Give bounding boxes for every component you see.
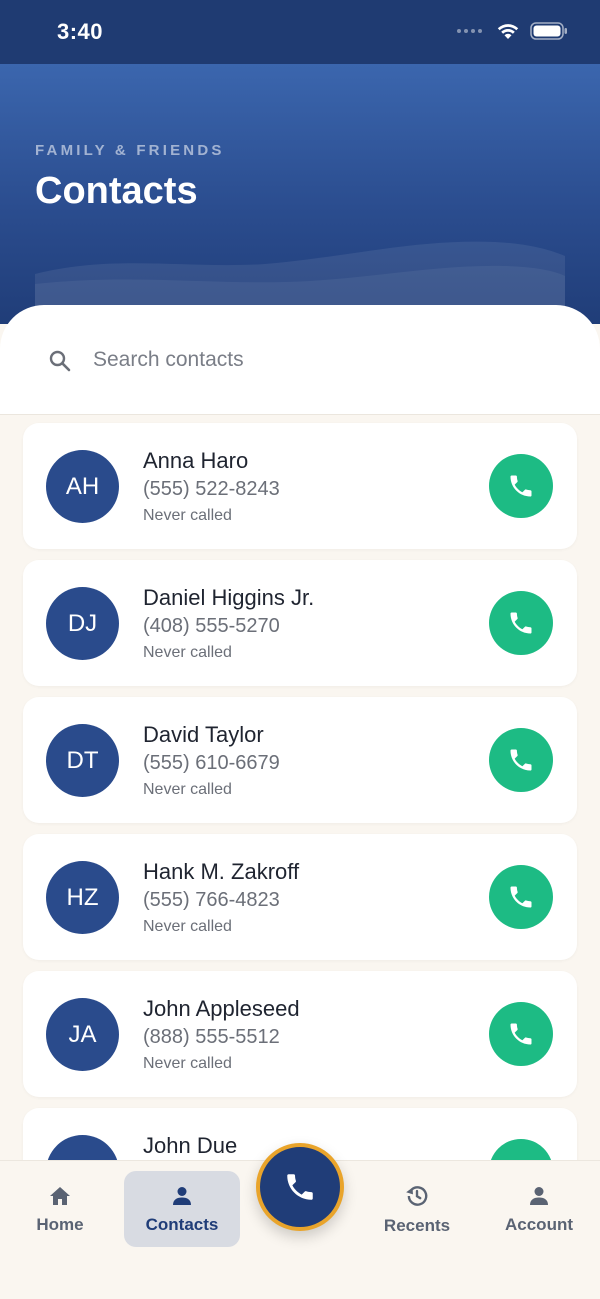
person-icon — [173, 1186, 191, 1205]
contact-phone: (408) 555-5270 — [143, 615, 280, 637]
status-bar: 3:40 — [0, 0, 600, 64]
tab-account[interactable]: Account — [481, 1171, 597, 1247]
call-button[interactable] — [489, 1139, 553, 1160]
call-button[interactable] — [489, 454, 553, 518]
search-icon — [49, 350, 71, 372]
tab-contacts[interactable]: Contacts — [124, 1171, 240, 1247]
contact-card[interactable]: AH Anna Haro (555) 522-8243 Never called — [23, 423, 577, 549]
signal-dots-icon — [457, 29, 482, 33]
search-bar — [0, 305, 600, 415]
phone-icon — [510, 886, 532, 908]
avatar: AH — [46, 450, 119, 523]
contact-card[interactable]: DT David Taylor (555) 610-6679 Never cal… — [23, 697, 577, 823]
contact-phone: (555) 522-8243 — [143, 478, 280, 500]
avatar: HZ — [46, 861, 119, 934]
phone-icon — [510, 475, 532, 497]
contact-card[interactable]: DJ Daniel Higgins Jr. (408) 555-5270 Nev… — [23, 560, 577, 686]
contact-call-status: Never called — [143, 507, 232, 524]
contact-phone: (888) 555-5512 — [143, 1026, 280, 1048]
tab-home[interactable]: Home — [2, 1171, 118, 1247]
history-icon — [406, 1185, 428, 1206]
header-eyebrow: FAMILY & FRIENDS — [35, 142, 225, 159]
contact-name: John Appleseed — [143, 996, 300, 1021]
avatar: DJ — [46, 587, 119, 660]
contact-name: Hank M. Zakroff — [143, 859, 300, 884]
avatar: DT — [46, 724, 119, 797]
contact-call-status: Never called — [143, 918, 232, 935]
tab-label: Contacts — [145, 1214, 219, 1234]
call-button[interactable] — [489, 865, 553, 929]
call-button[interactable] — [489, 728, 553, 792]
avatar — [46, 1135, 119, 1160]
phone-icon — [510, 749, 532, 771]
tab-label: Recents — [383, 1215, 451, 1235]
contact-card[interactable]: JA John Appleseed (888) 555-5512 Never c… — [23, 971, 577, 1097]
tab-label: Account — [505, 1214, 573, 1234]
tab-label: Home — [36, 1214, 84, 1234]
contact-phone: (555) 766-4823 — [143, 889, 280, 911]
contact-name: David Taylor — [143, 722, 264, 747]
phone-icon — [510, 612, 532, 634]
call-button[interactable] — [489, 1002, 553, 1066]
dial-fab-button[interactable] — [256, 1143, 344, 1231]
avatar: JA — [46, 998, 119, 1071]
contact-name: John Due — [143, 1133, 238, 1158]
call-button[interactable] — [489, 591, 553, 655]
phone-icon — [287, 1174, 313, 1200]
wifi-icon — [497, 24, 519, 39]
search-input[interactable] — [93, 343, 553, 377]
tab-recents[interactable]: Recents — [359, 1171, 475, 1247]
contact-name: Anna Haro — [143, 448, 249, 473]
contact-call-status: Never called — [143, 644, 232, 661]
header: FAMILY & FRIENDS Contacts — [0, 64, 600, 324]
contact-call-status: Never called — [143, 1055, 232, 1072]
contact-list: AH Anna Haro (555) 522-8243 Never called… — [0, 416, 600, 1160]
phone-icon — [510, 1023, 532, 1045]
status-time: 3:40 — [57, 19, 104, 44]
battery-icon — [530, 22, 567, 40]
contact-name: Daniel Higgins Jr. — [143, 585, 315, 610]
contact-phone: (555) 610-6679 — [143, 752, 280, 774]
home-icon — [50, 1186, 70, 1205]
contact-call-status: Never called — [143, 781, 232, 798]
person-icon — [530, 1186, 548, 1205]
status-icons — [457, 22, 568, 40]
contact-card[interactable]: HZ Hank M. Zakroff (555) 766-4823 Never … — [23, 834, 577, 960]
page-title: Contacts — [35, 170, 198, 212]
